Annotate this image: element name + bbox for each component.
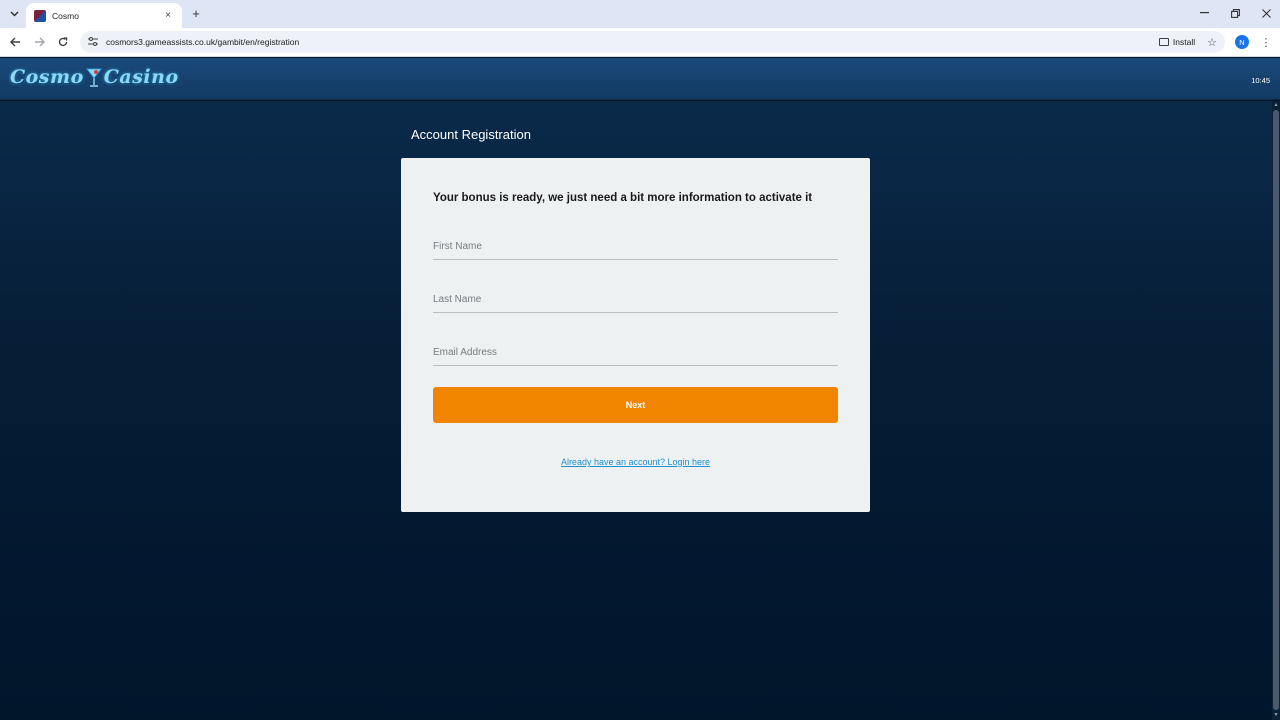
install-app-button[interactable]: Install <box>1153 34 1201 50</box>
profile-avatar[interactable]: N <box>1235 35 1249 49</box>
page-title: Account Registration <box>411 127 531 142</box>
restore-icon[interactable] <box>1226 5 1244 21</box>
clock: 10:45 <box>1251 76 1270 85</box>
cosmo-casino-logo[interactable]: Cosmo Casino <box>10 66 179 88</box>
scroll-down-arrow-icon[interactable]: ▼ <box>1273 712 1279 718</box>
browser-menu-icon[interactable]: ⋮ <box>1260 34 1272 50</box>
bonus-heading: Your bonus is ready, we just need a bit … <box>433 192 813 204</box>
forward-arrow-icon[interactable] <box>31 34 47 50</box>
email-field <box>433 336 838 366</box>
url-text[interactable]: cosmors3.gameassists.co.uk/gambit/en/reg… <box>106 37 1153 47</box>
martini-glass-icon <box>85 66 102 88</box>
scrollbar-thumb[interactable] <box>1273 110 1279 710</box>
install-icon <box>1158 38 1169 46</box>
first-name-field <box>433 230 838 260</box>
login-link[interactable]: Already have an account? Login here <box>401 457 870 467</box>
back-arrow-icon[interactable] <box>7 34 23 50</box>
cosmo-favicon-icon <box>34 9 46 22</box>
logo-text-casino: Casino <box>103 66 179 88</box>
scroll-up-arrow-icon[interactable]: ▲ <box>1273 102 1279 108</box>
site-header: Cosmo Casino 10:45 <box>0 58 1280 100</box>
browser-tabstrip: Cosmo × + <box>0 0 1280 28</box>
logo-text-cosmo: Cosmo <box>10 66 84 88</box>
new-tab-plus-icon[interactable]: + <box>189 5 203 21</box>
email-input[interactable] <box>433 336 838 365</box>
address-bar[interactable]: cosmors3.gameassists.co.uk/gambit/en/reg… <box>80 31 1225 53</box>
tab-title: Cosmo <box>52 10 79 21</box>
browser-tab-active[interactable]: Cosmo × <box>26 3 182 28</box>
bookmark-star-icon[interactable]: ☆ <box>1207 36 1217 49</box>
tab-close-icon[interactable]: × <box>162 10 174 21</box>
reload-icon[interactable] <box>55 34 71 50</box>
last-name-field <box>433 283 838 313</box>
close-window-icon[interactable] <box>1257 5 1275 21</box>
minimize-icon[interactable] <box>1195 5 1213 21</box>
registration-card: Your bonus is ready, we just need a bit … <box>401 158 870 512</box>
install-label: Install <box>1172 37 1196 47</box>
site-info-tune-icon[interactable] <box>88 36 98 48</box>
first-name-input[interactable] <box>433 230 838 259</box>
tab-list-chevron-down-icon[interactable] <box>6 5 22 23</box>
next-button[interactable]: Next <box>433 387 838 423</box>
browser-toolbar: cosmors3.gameassists.co.uk/gambit/en/reg… <box>0 28 1280 57</box>
last-name-input[interactable] <box>433 283 838 312</box>
